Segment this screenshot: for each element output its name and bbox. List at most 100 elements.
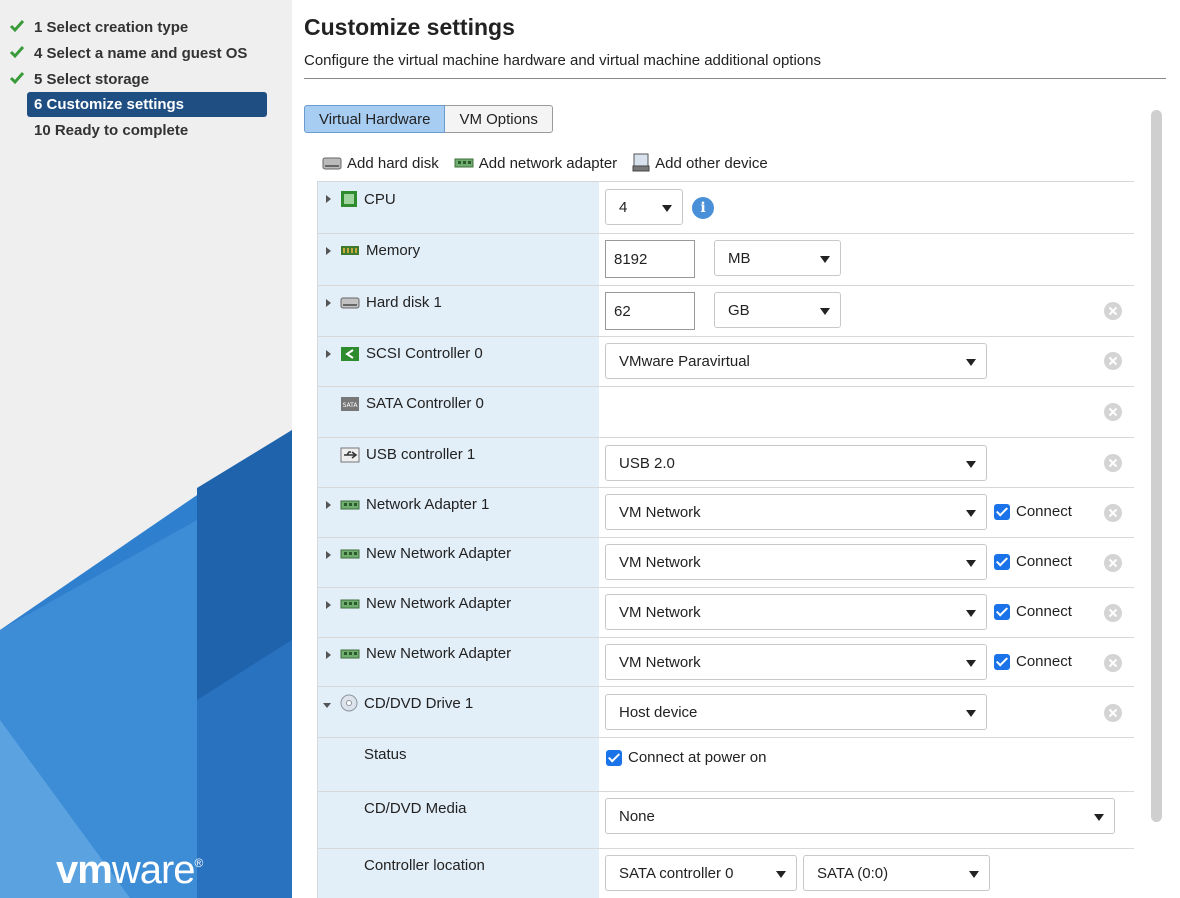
checkmark-icon — [9, 46, 25, 59]
network-adapter-label-group: New Network Adapter — [340, 645, 511, 662]
checkbox-checked-icon — [994, 603, 1010, 620]
expand-caret-icon[interactable] — [326, 551, 331, 559]
step-label: 1 Select creation type — [34, 18, 189, 36]
sata-label: SATA Controller 0 — [366, 395, 484, 412]
network-adapter-icon — [340, 549, 360, 558]
usb-icon — [340, 447, 360, 462]
status-label: Status — [364, 746, 407, 763]
hardware-row-scsi-controller: SCSI Controller 0 VMware Paravirtual — [318, 337, 1134, 387]
cpu-count-select[interactable]: 4 — [605, 189, 683, 225]
remove-device-icon[interactable] — [1104, 704, 1122, 722]
network-adapter-label: New Network Adapter — [366, 595, 512, 612]
collapse-caret-icon[interactable] — [323, 703, 331, 708]
step-label: 4 Select a name and guest OS — [34, 44, 248, 62]
hardware-row-hard-disk: Hard disk 1 62 GB — [318, 286, 1134, 337]
remove-device-icon[interactable] — [1104, 454, 1122, 472]
hard-disk-icon — [322, 157, 342, 170]
remove-device-icon[interactable] — [1104, 352, 1122, 370]
hardware-row-cpu: CPU 4 i — [318, 182, 1134, 234]
expand-caret-icon[interactable] — [326, 601, 331, 609]
connect-at-power-on-checkbox[interactable]: Connect at power on — [606, 749, 766, 766]
svg-text:SATA: SATA — [343, 402, 359, 409]
hardware-row-cd-dvd-media: CD/DVD Media None — [318, 792, 1134, 849]
expand-caret-icon[interactable] — [326, 195, 331, 203]
logo-bold-text: vm — [56, 848, 113, 892]
hard-disk-size-input[interactable]: 62 — [605, 292, 695, 330]
wizard-step-select-storage[interactable]: 5 Select storage — [0, 66, 292, 92]
connect-checkbox[interactable]: Connect — [994, 503, 1072, 520]
wizard-window: 1 Select creation type 4 Select a name a… — [0, 0, 1180, 898]
cd-dvd-media-select[interactable]: None — [605, 798, 1115, 834]
hard-disk-unit-select[interactable]: GB — [714, 292, 841, 328]
scsi-type-select[interactable]: VMware Paravirtual — [605, 343, 987, 379]
network-adapter-label: Network Adapter 1 — [366, 496, 490, 513]
step-label: 5 Select storage — [34, 70, 150, 88]
hardware-grid: CPU 4 i Memory 8192 MB Hard disk 1 62 GB… — [317, 181, 1134, 898]
network-adapter-icon — [340, 599, 360, 608]
cd-dvd-media-label: CD/DVD Media — [364, 800, 467, 817]
add-network-adapter-button[interactable]: Add network adapter — [454, 150, 617, 176]
expand-caret-icon[interactable] — [326, 350, 331, 358]
logo-rest-text: ware — [111, 848, 196, 892]
remove-device-icon[interactable] — [1104, 604, 1122, 622]
tab-vm-options[interactable]: VM Options — [445, 105, 553, 133]
hardware-row-memory: Memory 8192 MB — [318, 234, 1134, 286]
connect-label: Connect — [1016, 553, 1072, 570]
remove-device-icon[interactable] — [1104, 654, 1122, 672]
usb-type-select[interactable]: USB 2.0 — [605, 445, 987, 481]
network-select[interactable]: VM Network — [605, 594, 987, 630]
add-other-device-button[interactable]: Add other device — [632, 150, 768, 176]
title-divider — [304, 78, 1166, 79]
connect-checkbox[interactable]: Connect — [994, 603, 1072, 620]
hardware-row-cd-dvd-status: Status Connect at power on — [318, 738, 1134, 792]
step-label: 10 Ready to complete — [34, 121, 189, 139]
other-device-icon — [632, 153, 650, 172]
connect-label: Connect — [1016, 603, 1072, 620]
expand-caret-icon[interactable] — [326, 501, 331, 509]
cpu-label: CPU — [364, 190, 396, 208]
wizard-step-select-creation-type[interactable]: 1 Select creation type — [0, 14, 292, 40]
vertical-scrollbar[interactable] — [1151, 110, 1162, 822]
wizard-step-customize-settings[interactable]: 6 Customize settings — [27, 92, 267, 117]
hardware-row-new-network-adapter: New Network Adapter VM Network Connect — [318, 638, 1134, 687]
tab-virtual-hardware[interactable]: Virtual Hardware — [304, 105, 446, 133]
checkbox-checked-icon — [994, 653, 1010, 670]
expand-caret-icon[interactable] — [326, 299, 331, 307]
network-adapter-label-group: New Network Adapter — [340, 545, 511, 562]
checkbox-checked-icon — [606, 749, 622, 766]
hard-disk-label: Hard disk 1 — [366, 294, 442, 311]
connect-checkbox[interactable]: Connect — [994, 553, 1072, 570]
checkbox-checked-icon — [994, 553, 1010, 570]
network-select[interactable]: VM Network — [605, 494, 987, 530]
connect-checkbox[interactable]: Connect — [994, 653, 1072, 670]
remove-device-icon[interactable] — [1104, 554, 1122, 572]
memory-unit-select[interactable]: MB — [714, 240, 841, 276]
remove-device-icon[interactable] — [1104, 302, 1122, 320]
wizard-steps-list: 1 Select creation type 4 Select a name a… — [0, 14, 292, 143]
controller-location-label: Controller location — [364, 857, 485, 874]
wizard-step-ready-to-complete[interactable]: 10 Ready to complete — [0, 117, 292, 143]
page-subtitle: Configure the virtual machine hardware a… — [304, 52, 821, 69]
hardware-row-sata-controller: SATA SATA Controller 0 — [318, 387, 1134, 438]
add-hard-disk-button[interactable]: Add hard disk — [322, 150, 439, 176]
network-adapter-icon — [340, 649, 360, 658]
cd-dvd-type-select[interactable]: Host device — [605, 694, 987, 730]
network-select[interactable]: VM Network — [605, 544, 987, 580]
connect-label: Connect — [1016, 503, 1072, 520]
memory-size-input[interactable]: 8192 — [605, 240, 695, 278]
wizard-step-select-name-guest-os[interactable]: 4 Select a name and guest OS — [0, 40, 292, 66]
network-select[interactable]: VM Network — [605, 644, 987, 680]
sata-label-group: SATA SATA Controller 0 — [340, 395, 484, 412]
expand-caret-icon[interactable] — [326, 651, 331, 659]
expand-caret-icon[interactable] — [326, 247, 331, 255]
remove-device-icon[interactable] — [1104, 403, 1122, 421]
controller-port-select[interactable]: SATA (0:0) — [803, 855, 990, 891]
remove-device-icon[interactable] — [1104, 504, 1122, 522]
controller-select[interactable]: SATA controller 0 — [605, 855, 797, 891]
hardware-row-cd-dvd-drive: CD/DVD Drive 1 Host device — [318, 687, 1134, 738]
scsi-label: SCSI Controller 0 — [366, 345, 483, 362]
step-label: 6 Customize settings — [34, 96, 185, 113]
vmware-logo: vmware® — [56, 848, 203, 893]
info-icon[interactable]: i — [692, 197, 714, 219]
page-title: Customize settings — [304, 14, 515, 40]
